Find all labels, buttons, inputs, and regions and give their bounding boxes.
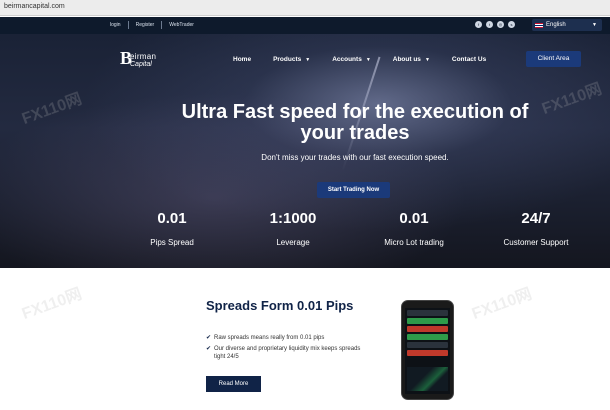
stat-value: 1:1000 xyxy=(269,210,317,227)
stat-label: Pips Spread xyxy=(150,238,194,247)
hero-subheading: Don't miss your trades with our fast exe… xyxy=(261,153,449,162)
bullet-text: Raw spreads means really from 0.01 pips xyxy=(214,335,325,341)
read-more-button[interactable]: Read More xyxy=(206,376,261,392)
language-selector[interactable]: English ▼ xyxy=(532,19,602,31)
stat-label: Customer Support xyxy=(503,238,569,247)
check-icon: ✔ xyxy=(206,335,212,341)
check-icon: ✔ xyxy=(206,346,212,352)
hero-headline: Ultra Fast speed for the execution of yo… xyxy=(181,101,529,144)
stat-value: 0.01 xyxy=(157,210,187,227)
account-links: login Register WebTrader xyxy=(110,21,194,29)
watermark: FX110网 xyxy=(469,285,535,323)
caret-down-icon: ▼ xyxy=(305,56,311,63)
social-links: f t ◎ s xyxy=(475,21,515,28)
skype-icon[interactable]: s xyxy=(508,21,515,28)
browser-address-bar[interactable]: beirmancapital.com xyxy=(0,0,610,16)
stat-value: 0.01 xyxy=(399,210,429,227)
trading-app-phone-image xyxy=(401,300,454,400)
caret-down-icon: ▼ xyxy=(424,56,430,63)
bullet-text: Our diverse and proprietary liquidity mi… xyxy=(214,346,361,360)
hero-section: B eirman Capital Home Products ▼ Accounts… xyxy=(0,34,610,268)
phone-screen xyxy=(405,308,450,394)
spreads-heading: Spreads Form 0.01 Pips xyxy=(206,298,354,313)
facebook-icon[interactable]: f xyxy=(475,21,482,28)
logo-name: eirman xyxy=(130,52,157,61)
quote-row xyxy=(407,318,448,324)
list-item: ✔ Our diverse and proprietary liquidity … xyxy=(206,345,366,361)
login-link[interactable]: login xyxy=(110,22,121,28)
instagram-icon[interactable]: ◎ xyxy=(497,21,504,28)
divider xyxy=(161,21,163,29)
watermark: FX110网 xyxy=(19,285,85,323)
stat-spread: 0.01 Pips Spread xyxy=(112,210,232,247)
nav-label: About us xyxy=(392,56,421,63)
caret-down-icon: ▼ xyxy=(365,56,371,63)
nav-label: Products xyxy=(273,56,302,63)
uk-flag-icon xyxy=(535,22,543,28)
start-trading-button[interactable]: Start Trading Now xyxy=(317,182,390,198)
list-item: ✔ Raw spreads means really from 0.01 pip… xyxy=(206,334,366,342)
nav-label: Accounts xyxy=(332,56,362,63)
nav-about-us[interactable]: About us ▼ xyxy=(393,56,430,63)
price-chart-thumbnail xyxy=(407,367,448,391)
stat-leverage: 1:1000 Leverage xyxy=(233,210,353,247)
webtrader-link[interactable]: WebTrader xyxy=(169,22,194,28)
language-label: English xyxy=(546,22,566,28)
register-link[interactable]: Register xyxy=(136,22,155,28)
stat-micro-lot: 0.01 Micro Lot trading xyxy=(354,210,474,247)
nav-contact-us[interactable]: Contact Us xyxy=(452,56,486,63)
quote-row xyxy=(407,342,448,348)
nav-products[interactable]: Products ▼ xyxy=(273,56,310,63)
stat-value: 24/7 xyxy=(521,210,551,227)
url-text[interactable]: beirmancapital.com xyxy=(4,3,65,10)
quote-row xyxy=(407,334,448,340)
stat-label: Micro Lot trading xyxy=(384,238,444,247)
stat-label: Leverage xyxy=(276,238,310,247)
nav-accounts[interactable]: Accounts ▼ xyxy=(332,56,371,63)
main-nav: Home Products ▼ Accounts ▼ About us ▼ Conta… xyxy=(233,56,508,63)
divider xyxy=(127,21,129,29)
quote-row xyxy=(407,310,448,316)
logo-sub: Capital xyxy=(130,61,152,68)
top-utility-bar: login Register WebTrader f t ◎ s English… xyxy=(0,17,610,34)
quote-row xyxy=(407,326,448,332)
chevron-down-icon: ▼ xyxy=(592,22,597,28)
nav-label: Home xyxy=(233,56,252,63)
spreads-bullet-list: ✔ Raw spreads means really from 0.01 pip… xyxy=(206,334,366,364)
twitter-icon[interactable]: t xyxy=(486,21,493,28)
quote-row xyxy=(407,350,448,356)
nav-home[interactable]: Home xyxy=(233,56,251,63)
stat-support: 24/7 Customer Support xyxy=(476,210,596,247)
nav-label: Contact Us xyxy=(451,56,487,63)
client-area-button[interactable]: Client Area xyxy=(526,51,581,67)
